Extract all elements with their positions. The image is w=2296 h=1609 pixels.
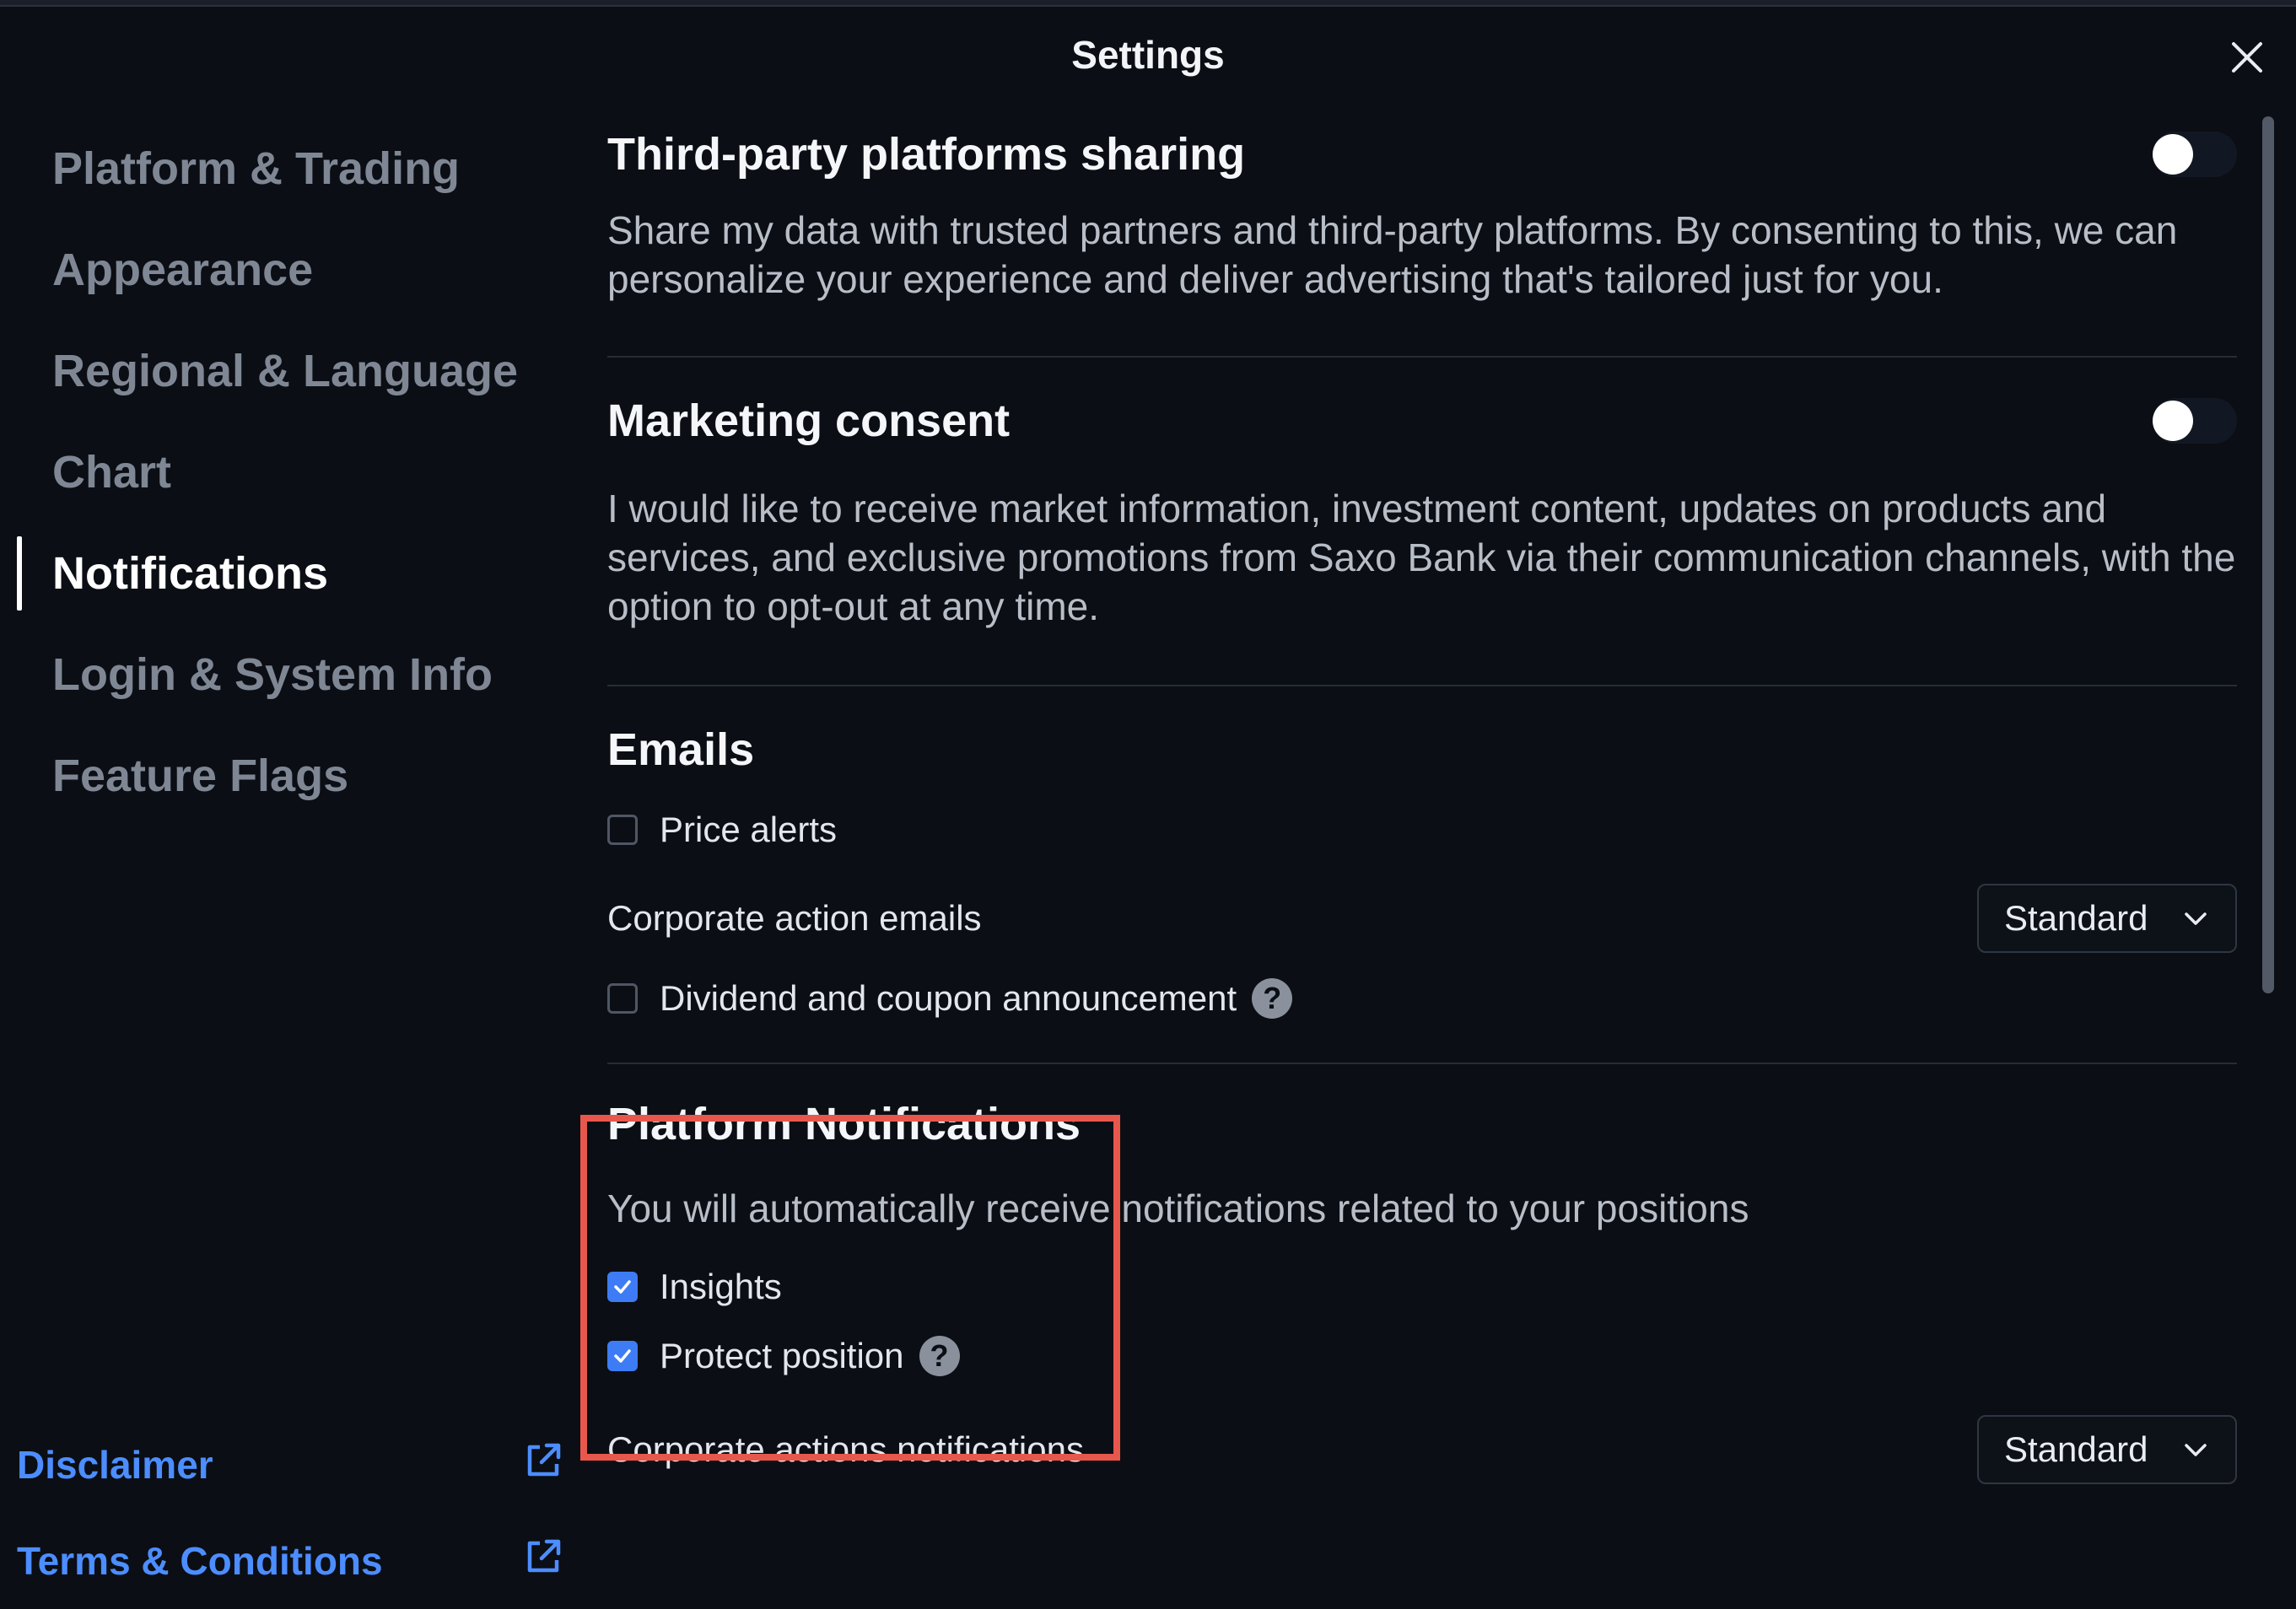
marketing-consent-section: Marketing consent I would like to receiv… (607, 358, 2237, 631)
section-title: Platform Notifications (607, 1099, 1081, 1149)
section-description: You will automatically receive notificat… (607, 1187, 1749, 1230)
settings-content: Third-party platforms sharing Share my d… (607, 118, 2237, 1595)
check-icon (614, 1280, 631, 1294)
toggle-knob (2153, 134, 2193, 175)
dividend-row: Dividend and coupon announcement ? (607, 978, 2237, 1019)
sidebar-item-login-system-info[interactable]: Login & System Info (0, 624, 574, 725)
price-alerts-row: Price alerts (607, 810, 2237, 850)
price-alerts-label: Price alerts (660, 810, 838, 849)
sidebar-links: Disclaimer Terms & Conditions (17, 1417, 565, 1609)
protect-position-checkbox[interactable] (607, 1341, 638, 1371)
sidebar-item-appearance[interactable]: Appearance (0, 219, 574, 320)
corporate-action-emails-row: Corporate action emails Standard (607, 884, 2237, 953)
insights-checkbox[interactable] (607, 1272, 638, 1302)
dividend-label: Dividend and coupon announcement (660, 978, 1237, 1018)
protect-position-row: Protect position ? (607, 1336, 2237, 1376)
section-description: Share my data with trusted partners and … (607, 208, 2178, 301)
sidebar-item-regional-language[interactable]: Regional & Language (0, 320, 574, 422)
corporate-actions-notifications-row: Corporate actions notifications Standard (607, 1415, 2237, 1484)
section-title: Third-party platforms sharing (607, 129, 1246, 180)
corporate-actions-notifications-label: Corporate actions notifications (607, 1429, 1084, 1469)
emails-section: Emails Price alerts Corporate action ema… (607, 686, 2237, 1019)
platform-notifications-section: Platform Notifications You will automati… (607, 1064, 2237, 1484)
protect-position-label: Protect position (660, 1336, 904, 1375)
insights-row: Insights (607, 1267, 2237, 1307)
external-link-icon (521, 1439, 565, 1492)
content-scrollbar[interactable] (2262, 116, 2274, 993)
sidebar-item-platform-trading[interactable]: Platform & Trading (0, 118, 574, 219)
select-value: Standard (2004, 1429, 2148, 1469)
third-party-toggle[interactable] (2153, 132, 2237, 177)
corporate-action-emails-label: Corporate action emails (607, 898, 982, 938)
settings-sidebar: Platform & Trading Appearance Regional &… (0, 118, 574, 826)
disclaimer-link-label: Disclaimer (17, 1443, 213, 1487)
toggle-knob (2153, 401, 2193, 441)
insights-label: Insights (660, 1267, 782, 1306)
external-link-icon (521, 1535, 565, 1588)
dividend-checkbox[interactable] (607, 983, 638, 1014)
section-description: I would like to receive market informati… (607, 487, 2236, 628)
check-icon (614, 1349, 631, 1363)
dialog-title: Settings (1071, 33, 1225, 77)
corporate-actions-notifications-select[interactable]: Standard (1977, 1415, 2237, 1484)
window-top-strip (0, 0, 2296, 7)
sidebar-item-notifications[interactable]: Notifications (0, 523, 574, 624)
close-icon[interactable] (2227, 37, 2267, 78)
section-title: Emails (607, 724, 755, 775)
corporate-action-emails-select[interactable]: Standard (1977, 884, 2237, 953)
help-icon[interactable]: ? (1252, 978, 1293, 1019)
marketing-consent-toggle[interactable] (2153, 398, 2237, 444)
select-value: Standard (2004, 898, 2148, 938)
terms-conditions-link-label: Terms & Conditions (17, 1539, 383, 1583)
sidebar-item-chart[interactable]: Chart (0, 422, 574, 523)
sidebar-item-feature-flags[interactable]: Feature Flags (0, 725, 574, 826)
help-icon[interactable]: ? (919, 1336, 960, 1376)
third-party-section: Third-party platforms sharing Share my d… (607, 118, 2237, 304)
chevron-down-icon (2185, 1444, 2207, 1456)
disclaimer-link[interactable]: Disclaimer (17, 1417, 565, 1513)
section-title: Marketing consent (607, 396, 1011, 446)
price-alerts-checkbox[interactable] (607, 815, 638, 845)
chevron-down-icon (2185, 912, 2207, 925)
